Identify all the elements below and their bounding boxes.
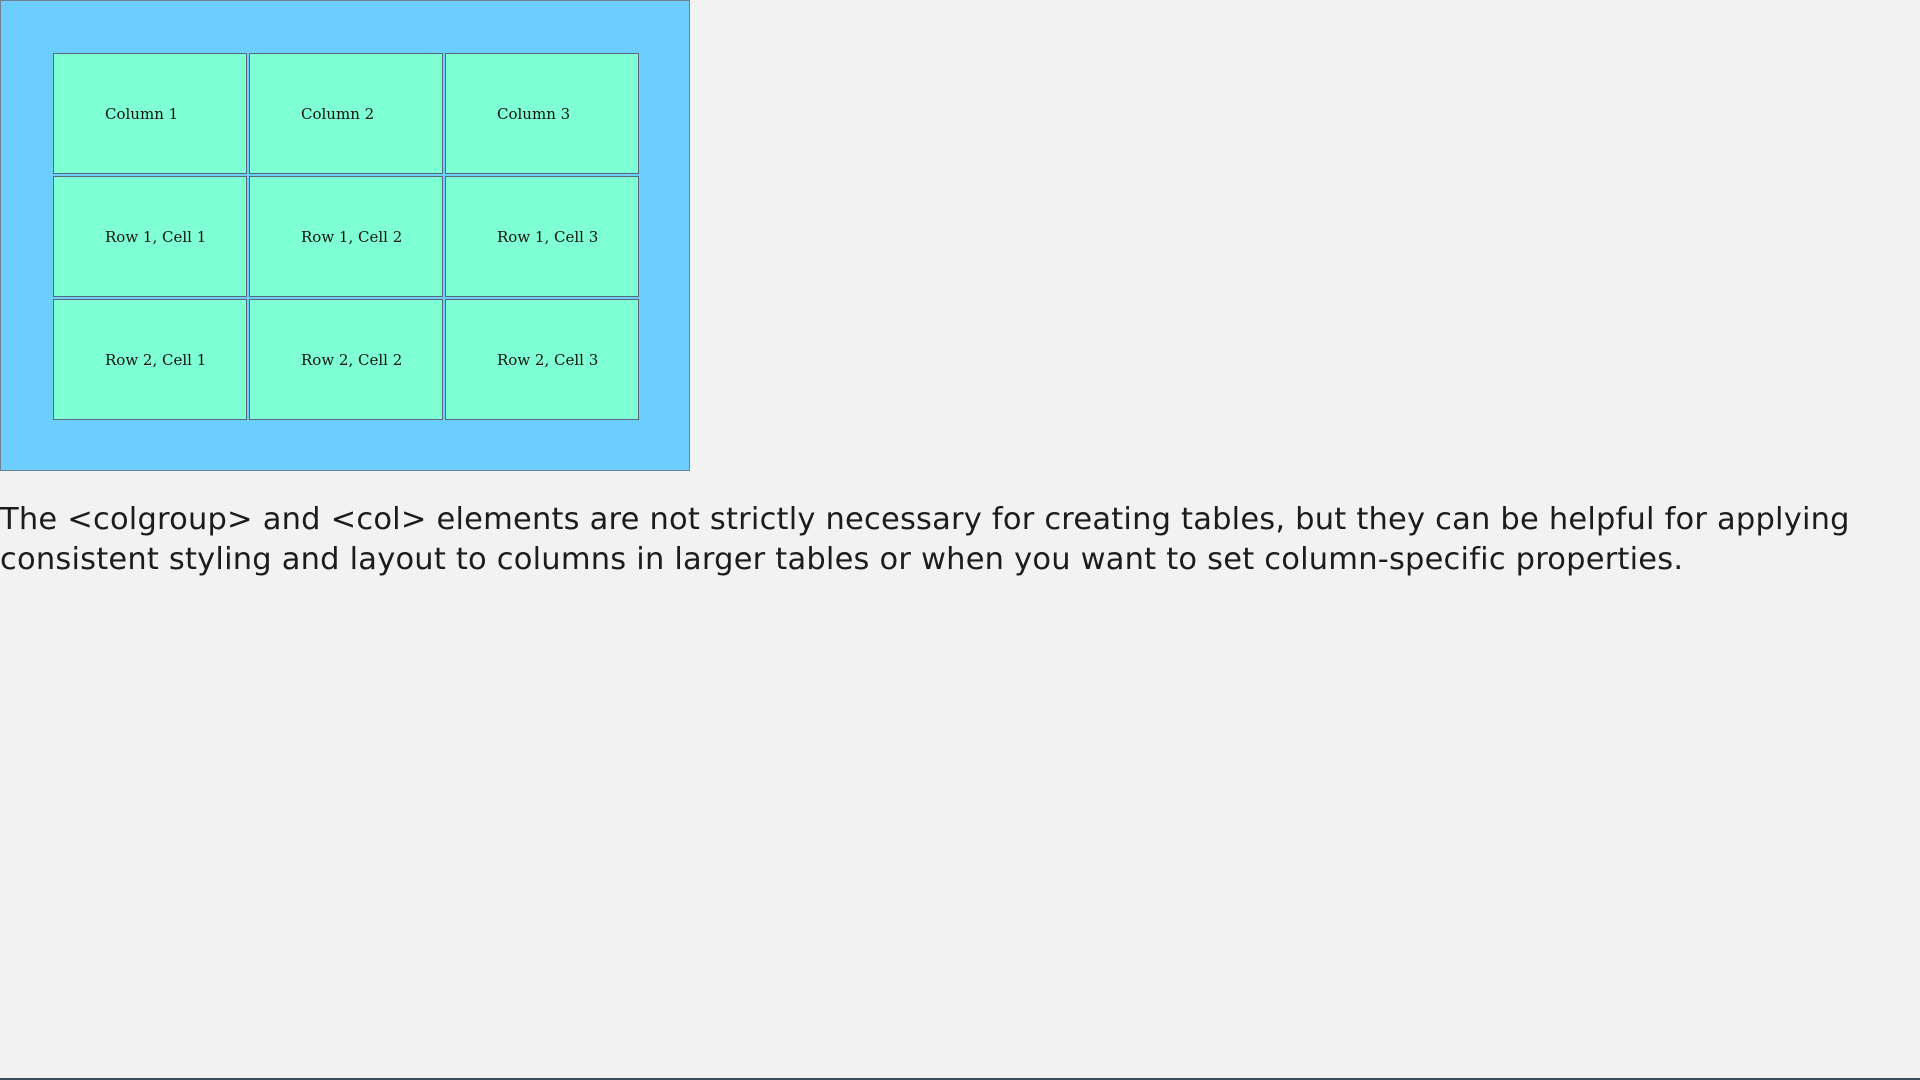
header-cell-column-3: Column 3 [445,53,639,174]
table-cell-r1-c2: Row 1, Cell 2 [249,176,443,297]
table-container: Column 1 Column 2 Column 3 Row 1, Cell 1… [0,0,690,471]
table-cell-r2-c1: Row 2, Cell 1 [53,299,247,420]
table-cell-r2-c2: Row 2, Cell 2 [249,299,443,420]
header-cell-column-2: Column 2 [249,53,443,174]
table-cell-r1-c3: Row 1, Cell 3 [445,176,639,297]
header-cell-column-1: Column 1 [53,53,247,174]
table-cell-r1-c1: Row 1, Cell 1 [53,176,247,297]
data-table: Column 1 Column 2 Column 3 Row 1, Cell 1… [53,53,641,421]
table-cell-r2-c3: Row 2, Cell 3 [445,299,639,420]
description-paragraph: The <colgroup> and <col> elements are no… [0,502,1850,577]
